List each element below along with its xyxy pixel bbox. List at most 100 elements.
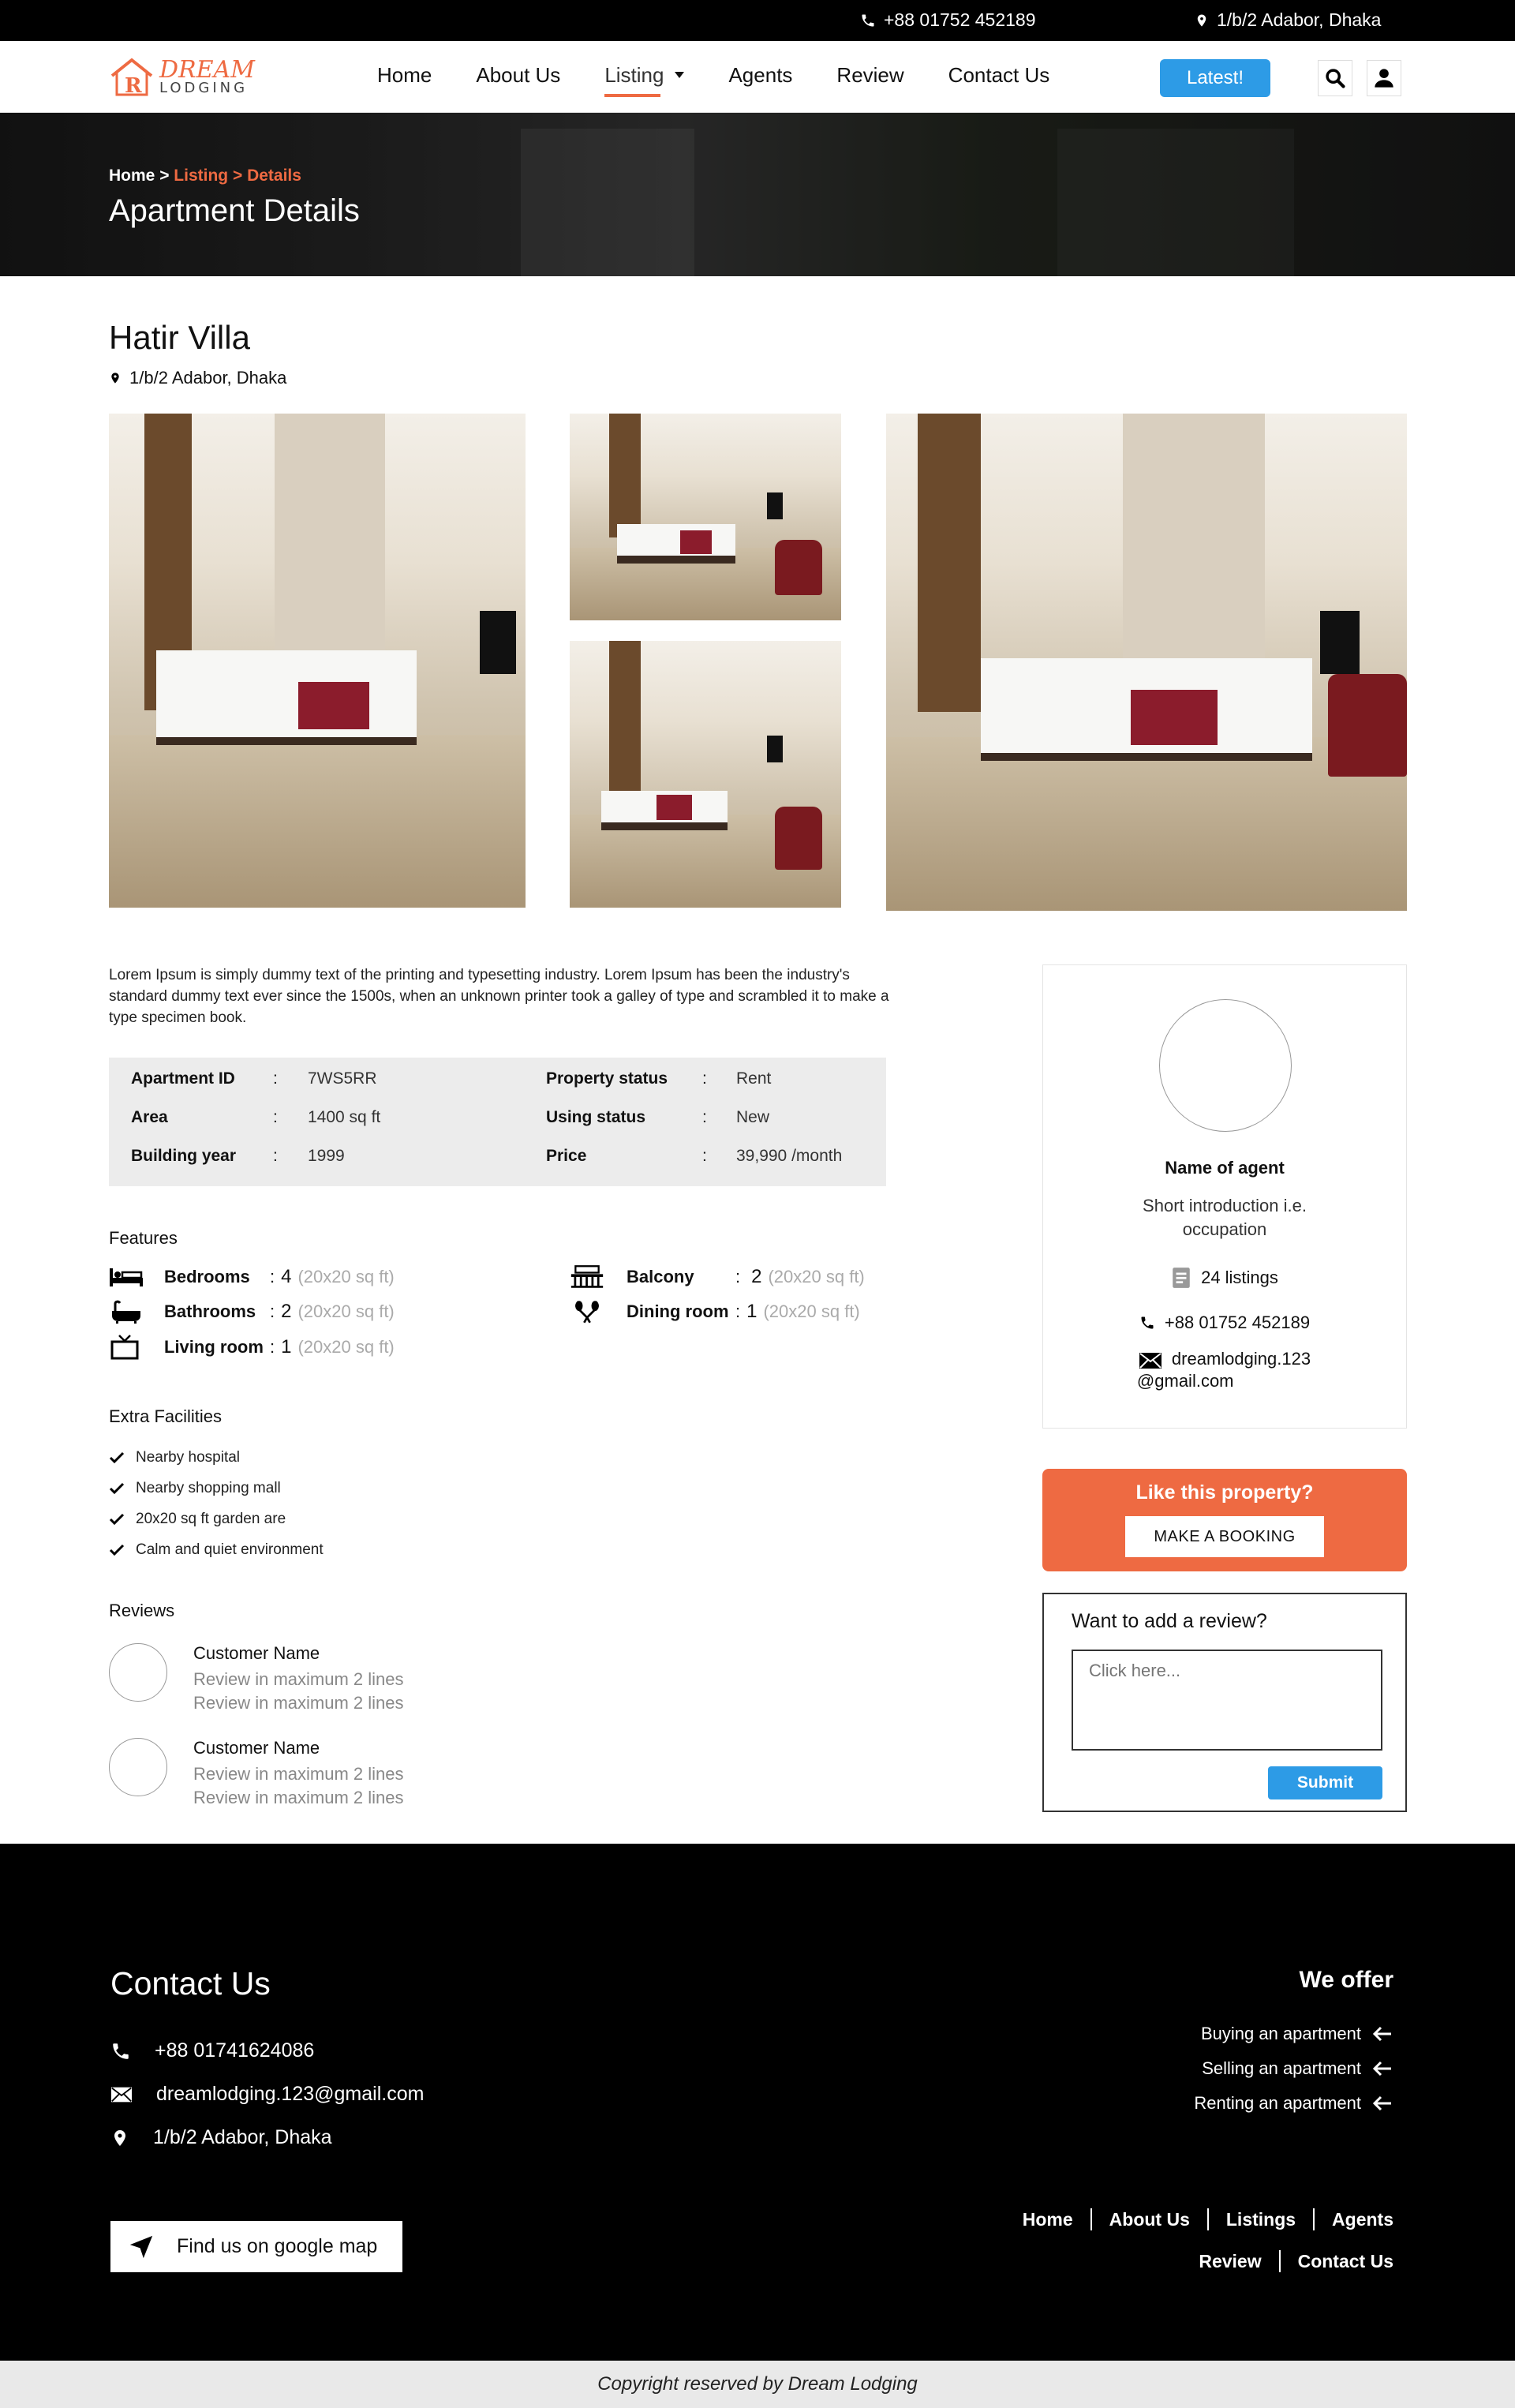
property-description: Lorem Ipsum is simply dummy text of the … — [109, 967, 889, 1026]
footer-link-home[interactable]: Home — [1023, 2209, 1073, 2230]
google-map-label: Find us on google map — [177, 2235, 378, 2257]
footer-link-agents[interactable]: Agents — [1332, 2209, 1393, 2230]
topbar-phone[interactable]: +88 01752 452189 — [860, 9, 1036, 31]
breadcrumb-separator: > — [155, 167, 174, 185]
agent-phone[interactable]: +88 01752 452189 — [1043, 1313, 1406, 1333]
hero-banner: Home > Listing > Details Apartment Detai… — [0, 113, 1515, 276]
nav-about-us[interactable]: About Us — [476, 63, 560, 88]
feature-sep: : — [735, 1267, 741, 1286]
topbar-address-text: 1/b/2 Adabor, Dhaka — [1217, 9, 1382, 30]
footer: Contact Us +88 01741624086 dreamlodging.… — [0, 1844, 1515, 2361]
footer-phone[interactable]: +88 01741624086 — [110, 2039, 314, 2062]
agent-avatar — [1159, 999, 1292, 1132]
submit-review-button[interactable]: Submit — [1268, 1766, 1382, 1799]
spec-key: Using status — [546, 1108, 646, 1126]
nav-about-label: About Us — [476, 63, 561, 87]
footer-link-about[interactable]: About Us — [1109, 2209, 1190, 2230]
bathtub-icon — [109, 1300, 144, 1324]
location-pin-icon — [1197, 14, 1206, 26]
feature-count: 2 — [281, 1301, 292, 1322]
tv-icon — [109, 1335, 144, 1360]
review-customer-name: Customer Name — [193, 1738, 320, 1758]
spec-value: Rent — [736, 1069, 772, 1088]
review-text: Review in maximum 2 lines — [193, 1693, 404, 1713]
feature-sep: : — [735, 1301, 741, 1321]
reviews-heading: Reviews — [109, 1601, 175, 1620]
spec-key: Area — [131, 1108, 168, 1126]
booking-cta: Like this property? MAKE A BOOKING — [1042, 1469, 1407, 1571]
gallery-photo-4[interactable] — [886, 414, 1407, 911]
review-text: Review in maximum 2 lines — [193, 1669, 404, 1689]
cta-title: Like this property? — [1135, 1481, 1314, 1504]
review-form-title: Want to add a review? — [1072, 1610, 1267, 1632]
review-form: Want to add a review? Submit — [1042, 1593, 1407, 1812]
location-pin-icon — [111, 373, 119, 384]
spec-row: Building year : 1999 Price : 39,990 /mon… — [109, 1147, 886, 1185]
spec-value: 1400 sq ft — [308, 1108, 381, 1126]
feature-label: Bathrooms — [164, 1301, 256, 1321]
footer-link-review[interactable]: Review — [1199, 2251, 1261, 2272]
agent-name: Name of agent — [1165, 1158, 1285, 1178]
footer-links-row1: Home About Us Listings Agents — [1023, 2208, 1393, 2230]
nav-contact-us[interactable]: Contact Us — [948, 63, 1050, 88]
nav-home[interactable]: Home — [377, 63, 432, 88]
agent-listings[interactable]: 24 listings — [1043, 1267, 1406, 1289]
facility-label: Calm and quiet environment — [136, 1541, 324, 1558]
topbar-phone-text: +88 01752 452189 — [884, 9, 1036, 30]
divider — [1313, 2208, 1315, 2230]
breadcrumb: Home > Listing > Details — [109, 167, 301, 185]
offer-item[interactable]: Renting an apartment — [1194, 2093, 1393, 2114]
breadcrumb-listing[interactable]: Listing — [174, 167, 228, 185]
review-text: Review in maximum 2 lines — [193, 1764, 404, 1784]
search-button[interactable] — [1318, 60, 1352, 96]
nav-menu: Home About Us Listing Agents Review Cont… — [377, 63, 1094, 97]
check-icon — [109, 1482, 125, 1495]
agent-email[interactable]: dreamlodging.123 @gmail.com — [1043, 1349, 1406, 1391]
facility-label: 20x20 sq ft garden are — [136, 1511, 286, 1527]
footer-link-contact[interactable]: Contact Us — [1298, 2251, 1393, 2272]
main-navbar: R DREAM LODGING Home About Us Listing Ag… — [0, 41, 1515, 113]
bed-icon — [109, 1265, 144, 1289]
latest-button[interactable]: Latest! — [1160, 59, 1270, 97]
nav-agents[interactable]: Agents — [728, 63, 792, 88]
spec-value: 39,990 /month — [736, 1147, 843, 1165]
feature-bathrooms: Bathrooms : 2 (20x20 sq ft) — [109, 1300, 395, 1324]
check-icon — [109, 1544, 125, 1556]
gallery-photo-3[interactable] — [570, 641, 841, 908]
divider — [1206, 2208, 1209, 2230]
footer-address: 1/b/2 Adabor, Dhaka — [110, 2126, 332, 2149]
review-textarea[interactable] — [1072, 1650, 1382, 1751]
facilities-heading: Extra Facilities — [109, 1406, 223, 1426]
review-customer-name: Customer Name — [193, 1643, 320, 1663]
features-heading: Features — [109, 1228, 178, 1248]
brand-logo[interactable]: R DREAM LODGING — [109, 55, 255, 99]
facility-item: 20x20 sq ft garden are — [109, 1511, 286, 1528]
gallery-photo-1[interactable] — [109, 414, 526, 908]
feature-bedrooms: Bedrooms : 4 (20x20 sq ft) — [109, 1265, 395, 1289]
footer-email[interactable]: dreamlodging.123@gmail.com — [110, 2083, 424, 2106]
feature-count: 2 — [751, 1266, 762, 1287]
make-booking-button[interactable]: MAKE A BOOKING — [1125, 1516, 1324, 1557]
offer-item[interactable]: Buying an apartment — [1201, 2024, 1393, 2044]
feature-sep: : — [270, 1267, 275, 1286]
spec-key: Property status — [546, 1069, 668, 1088]
google-map-button[interactable]: Find us on google map — [110, 2221, 402, 2272]
footer-link-listings[interactable]: Listings — [1226, 2209, 1296, 2230]
nav-contact-label: Contact Us — [948, 63, 1050, 87]
agent-email-line1: dreamlodging.123 — [1171, 1349, 1311, 1369]
feature-count: 1 — [746, 1301, 758, 1322]
gallery-photo-2[interactable] — [570, 414, 841, 620]
agent-listings-text: 24 listings — [1201, 1268, 1278, 1287]
spec-value: 1999 — [308, 1147, 345, 1165]
nav-review[interactable]: Review — [836, 63, 903, 88]
feature-sep: : — [270, 1337, 275, 1357]
nav-listing[interactable]: Listing — [604, 63, 685, 97]
mail-icon — [110, 2087, 133, 2102]
caret-down-icon — [675, 71, 685, 78]
account-button[interactable] — [1367, 60, 1401, 96]
spec-colon: : — [273, 1147, 278, 1165]
feature-size: (20x20 sq ft) — [768, 1267, 865, 1286]
arrow-left-icon — [1372, 2026, 1391, 2042]
breadcrumb-home[interactable]: Home — [109, 167, 155, 185]
offer-item[interactable]: Selling an apartment — [1202, 2058, 1393, 2079]
